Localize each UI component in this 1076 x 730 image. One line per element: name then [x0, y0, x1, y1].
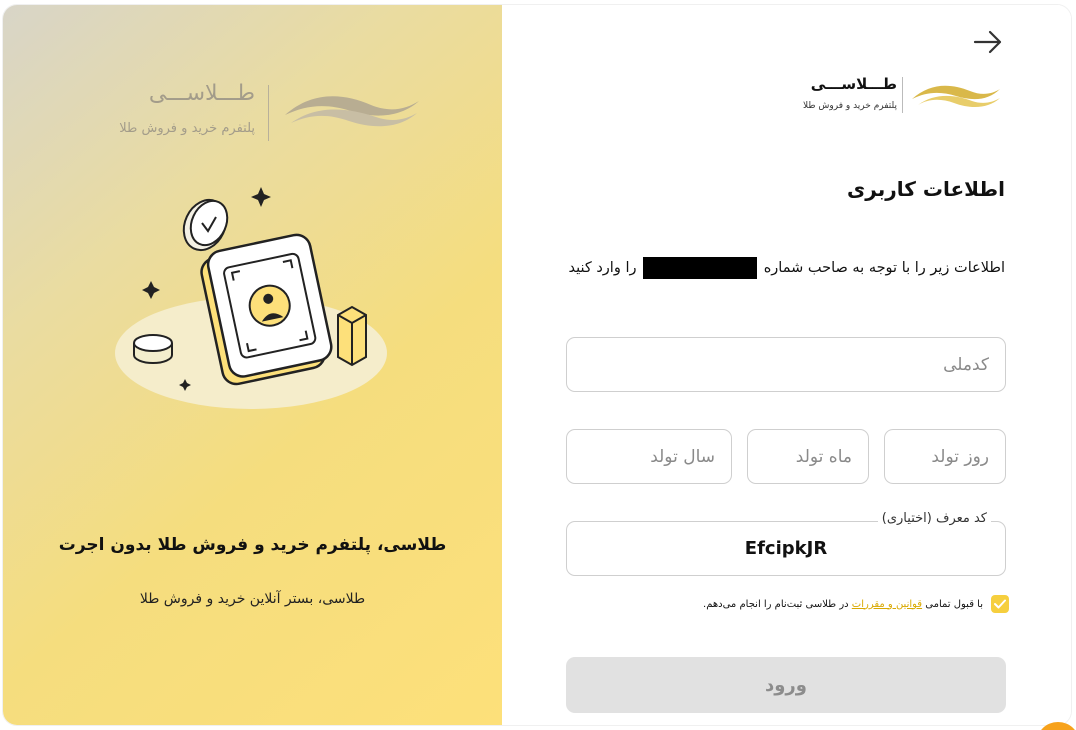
promo-subheadline: طلاسی، بستر آنلاین خرید و فروش طلا — [139, 591, 366, 607]
arrow-right-icon[interactable] — [972, 29, 1004, 55]
brand-logo-right: طـــلاســـی پلتفرم خرید و فروش طلا — [792, 71, 1012, 121]
birth-day-field — [884, 429, 1006, 484]
birth-year-field — [566, 429, 732, 484]
birth-year-input[interactable] — [567, 430, 731, 483]
brand-logo-left: طـــلاســـی پلتفرم خرید و فروش طلا — [111, 77, 431, 147]
description-start: اطلاعات زیر را با توجه به صاحب شماره — [763, 260, 1005, 276]
national-code-field — [566, 337, 1006, 392]
form-panel: طـــلاســـی پلتفرم خرید و فروش طلا اطلاع… — [502, 5, 1071, 725]
terms-agreement: با قبول تمامی قوانین و مقررات در طلاسی ث… — [703, 595, 1009, 613]
terms-checkbox[interactable] — [991, 595, 1009, 613]
login-submit-button[interactable]: ورود — [566, 657, 1006, 713]
brand-name: طـــلاســـی — [810, 75, 897, 93]
brand-divider — [902, 77, 903, 113]
birth-month-field — [747, 429, 869, 484]
national-code-input[interactable] — [567, 338, 1005, 391]
referral-code-input[interactable] — [567, 522, 1005, 575]
birth-month-input[interactable] — [748, 430, 868, 483]
brand-tagline: پلتفرم خرید و فروش طلا — [119, 121, 255, 136]
brand-divider — [268, 85, 269, 141]
promo-panel: طـــلاســـی پلتفرم خرید و فروش طلا طلاسی… — [3, 5, 502, 725]
terms-suffix: در طلاسی ثبت‌نام را انجام می‌دهم. — [703, 598, 849, 610]
referral-code-field: کد معرف (اختیاری) — [566, 511, 1006, 576]
terms-link[interactable]: قوانین و مقررات — [852, 599, 922, 610]
description-end: را وارد کنید — [568, 260, 637, 276]
form-description: اطلاعات زیر را با توجه به صاحب شماره را … — [565, 253, 1005, 284]
terms-text: با قبول تمامی قوانین و مقررات در طلاسی ث… — [703, 599, 983, 610]
face-id-illustration — [115, 187, 387, 409]
check-icon — [994, 599, 1006, 609]
form-title: اطلاعات کاربری — [846, 177, 1005, 201]
terms-prefix: با قبول تمامی — [925, 598, 983, 610]
brand-name: طـــلاســـی — [148, 81, 255, 106]
referral-code-label: کد معرف (اختیاری) — [877, 511, 991, 526]
brand-tagline: پلتفرم خرید و فروش طلا — [803, 101, 897, 111]
gold-wave-logo-icon — [912, 85, 1000, 108]
promo-headline: طلاسی، پلتفرم خرید و فروش طلا بدون اجرت — [58, 535, 447, 555]
login-card: طـــلاســـی پلتفرم خرید و فروش طلا طلاسی… — [3, 5, 1071, 725]
redacted-phone-number — [643, 257, 758, 279]
birth-day-input[interactable] — [885, 430, 1005, 483]
gold-wave-logo-icon — [285, 96, 419, 127]
